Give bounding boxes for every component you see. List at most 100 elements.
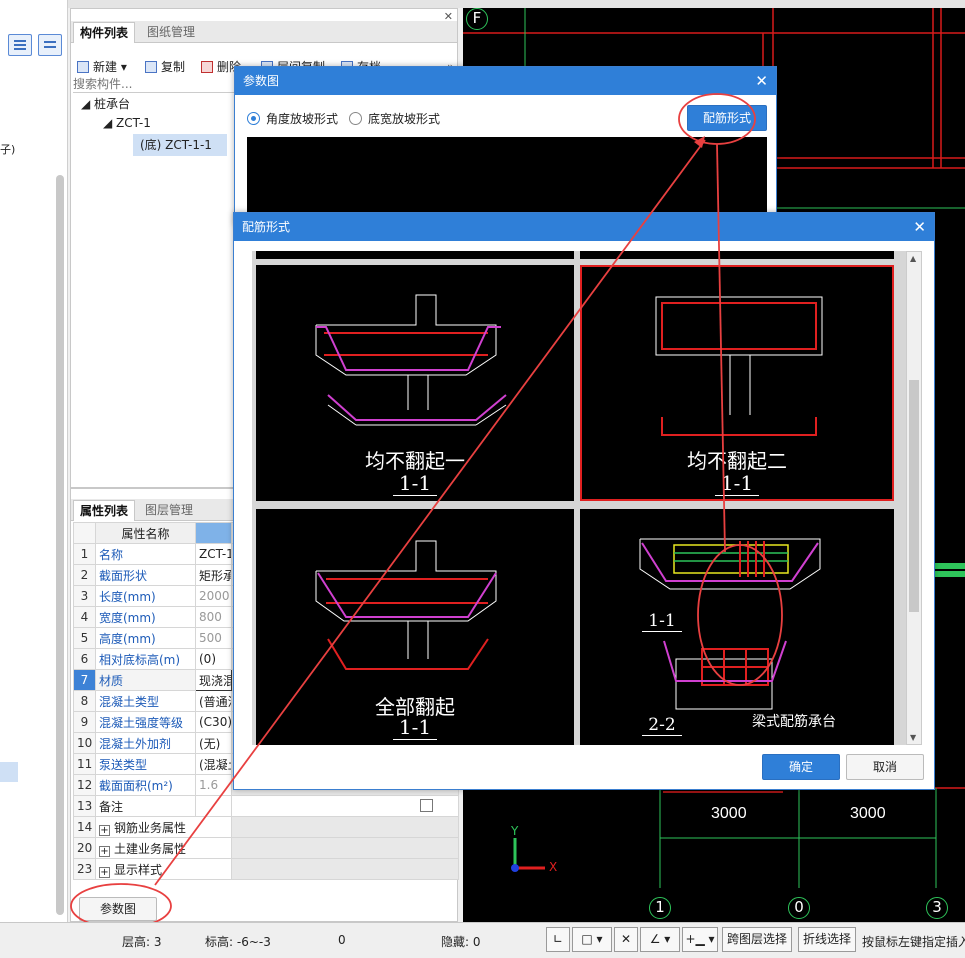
param-dialog-title: 参数图 <box>243 74 280 88</box>
expand-icon[interactable]: + <box>99 866 110 878</box>
options-scrollbar[interactable]: ▲ ▼ <box>906 251 922 745</box>
snap-icon[interactable]: □ ▾ <box>572 927 612 952</box>
cross-layer-select-button[interactable]: 跨图层选择 <box>722 927 792 952</box>
component-search-input[interactable] <box>73 75 236 93</box>
component-tabbar: 构件列表 图纸管理 <box>71 21 457 43</box>
tab-property-list[interactable]: 属性列表 <box>73 500 136 521</box>
row-name: 名称 <box>95 543 196 565</box>
row-name: 截面面积(m²) <box>95 774 196 796</box>
cancel-button[interactable]: 取消 <box>846 754 924 780</box>
property-group-row[interactable]: 20 + 土建业务属性 <box>73 837 459 859</box>
row-value[interactable]: (普通混 <box>195 690 232 712</box>
expand-icon[interactable]: + <box>99 824 110 836</box>
row-num: 11 <box>73 753 96 775</box>
row-name: 宽度(mm) <box>95 606 196 628</box>
polyline-select-button[interactable]: 折线选择 <box>798 927 856 952</box>
row-name: 钢筋业务属性 <box>114 820 187 835</box>
row-value[interactable]: 800 <box>195 606 232 628</box>
tree-root[interactable]: ◢ 桩承台 <box>81 95 130 112</box>
options-area: 均不翻起一 1-1 均不翻起二 1-1 全部翻起 1-1 1-1 2-2 梁式配… <box>252 251 906 745</box>
scroll-down-icon[interactable]: ▼ <box>910 733 916 742</box>
cross-icon[interactable]: ✕ <box>614 927 638 952</box>
list-view-button[interactable] <box>8 34 32 56</box>
remark-checkbox[interactable] <box>420 799 433 812</box>
ok-button[interactable]: 确定 <box>762 754 840 780</box>
elevation-value: -6~-3 <box>236 935 271 949</box>
radio-angle-slope[interactable]: 角度放坡形式 <box>247 110 338 127</box>
dimension-2: 3000 <box>850 805 886 822</box>
row-value[interactable]: (无) <box>195 732 232 754</box>
row-extra <box>231 858 459 880</box>
elevation-label: 标高: <box>205 935 234 949</box>
left-strip-text: 子) <box>0 143 16 156</box>
row-value[interactable]: 2000 <box>195 585 232 607</box>
tree-root-label: 桩承台 <box>94 97 131 111</box>
detail-view-button[interactable] <box>38 34 62 56</box>
property-row[interactable]: 13 备注 <box>73 795 459 817</box>
row-value[interactable]: (混凝土 <box>195 753 232 775</box>
row-extra <box>231 816 459 838</box>
left-strip-scrollbar[interactable] <box>56 175 64 915</box>
rebar-dialog-title: 配筋形式 <box>242 220 291 234</box>
row-value[interactable]: ZCT-1 <box>195 543 232 565</box>
hidden-label: 隐藏: <box>441 935 470 949</box>
tree-child-label: ZCT-1 <box>116 116 151 130</box>
close-icon[interactable]: ✕ <box>913 213 926 241</box>
angle-icon[interactable]: ∠ ▾ <box>640 927 680 952</box>
header-num <box>73 522 96 544</box>
option-1-section-wrap: 1-1 <box>256 471 574 496</box>
option-4-caption: 梁式配筋承台 <box>752 714 836 730</box>
left-strip-selected[interactable] <box>0 762 18 782</box>
header-name: 属性名称 <box>95 522 196 544</box>
rebar-option-1[interactable]: 均不翻起一 1-1 <box>256 265 574 501</box>
tab-drawing-management[interactable]: 图纸管理 <box>141 22 201 43</box>
rebar-option-4[interactable]: 1-1 2-2 梁式配筋承台 <box>580 509 894 745</box>
param-diagram-dialog: 参数图 ✕ 角度放坡形式 底宽放坡形式 配筋形式 <box>234 66 777 227</box>
tree-child[interactable]: ◢ ZCT-1 <box>103 116 151 130</box>
row-num: 2 <box>73 564 96 586</box>
hidden-count: 隐藏: 0 <box>441 933 481 950</box>
row-num: 3 <box>73 585 96 607</box>
rebar-option-2-selected[interactable]: 均不翻起二 1-1 <box>580 265 894 501</box>
tab-component-list[interactable]: 构件列表 <box>73 22 136 43</box>
row-name: 长度(mm) <box>95 585 196 607</box>
copy-icon <box>145 61 157 73</box>
left-strip: 子) <box>0 0 68 922</box>
dimension-1: 3000 <box>711 805 747 822</box>
row-num: 13 <box>73 795 96 817</box>
copy-button[interactable]: 复制 <box>145 57 185 77</box>
radio-bottom-width-slope[interactable]: 底宽放坡形式 <box>349 110 440 127</box>
row-num: 10 <box>73 732 96 754</box>
ortho-icon[interactable]: ∟ <box>546 927 570 952</box>
new-button[interactable]: 新建 ▾ <box>77 57 127 77</box>
dynamic-input-icon[interactable]: +▁ ▾ <box>682 927 718 952</box>
row-num: 5 <box>73 627 96 649</box>
property-group-row[interactable]: 14 + 钢筋业务属性 <box>73 816 459 838</box>
top-strip-partial <box>256 251 574 259</box>
row-name: 土建业务属性 <box>114 841 187 856</box>
status-bar: 层高: 3 标高: -6~-3 0 隐藏: 0 ∟ □ ▾ ✕ ∠ ▾ +▁ ▾… <box>0 922 965 958</box>
scroll-up-icon[interactable]: ▲ <box>910 254 916 263</box>
row-value[interactable]: 1.6 <box>195 774 232 796</box>
option-2-section: 1-1 <box>714 471 760 496</box>
row-value[interactable] <box>195 795 232 817</box>
param-diagram-button[interactable]: 参数图 <box>79 897 157 921</box>
expand-icon[interactable]: + <box>99 845 110 857</box>
row-name: 混凝土强度等级 <box>95 711 196 733</box>
tree-leaf-selected[interactable]: (底) ZCT-1-1 <box>133 134 227 156</box>
tab-layer-management[interactable]: 图层管理 <box>139 500 199 521</box>
radio-bottom-label: 底宽放坡形式 <box>368 112 441 126</box>
scroll-thumb[interactable] <box>909 380 919 612</box>
row-value[interactable]: 500 <box>195 627 232 649</box>
rebar-form-button[interactable]: 配筋形式 <box>687 105 767 131</box>
copy-label: 复制 <box>161 60 186 74</box>
row-value[interactable]: (C30) <box>195 711 232 733</box>
close-icon[interactable]: ✕ <box>755 67 768 95</box>
delete-icon <box>201 61 213 73</box>
option-4-section-top: 1-1 <box>642 611 682 632</box>
row-value[interactable]: 矩形承 <box>195 564 232 586</box>
row-value[interactable]: (0) <box>195 648 232 670</box>
row-value[interactable]: 现浇混 <box>195 669 232 691</box>
property-group-row[interactable]: 23 + 显示样式 <box>73 858 459 880</box>
group-cell: + 土建业务属性 <box>95 837 232 859</box>
